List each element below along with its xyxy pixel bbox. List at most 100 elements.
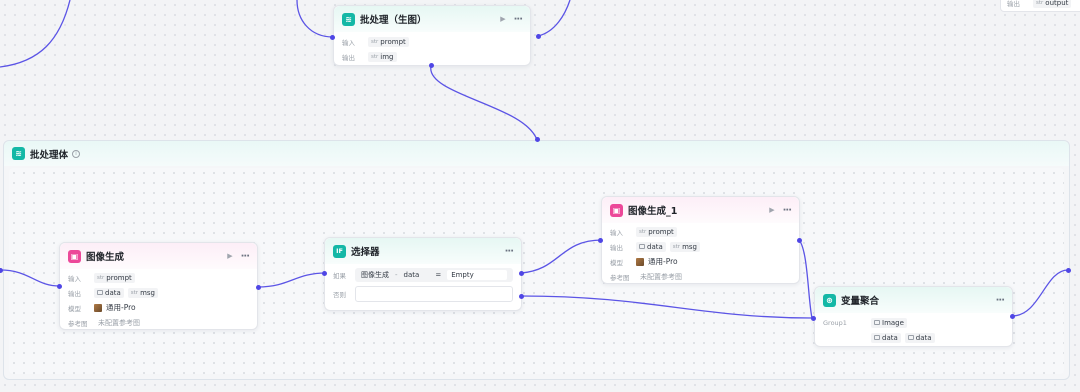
container-header: ≋ 批处理体 i <box>4 141 1069 166</box>
cond-separator: - <box>395 271 398 279</box>
container-output-port[interactable] <box>1066 268 1071 273</box>
batch-bottom-port[interactable] <box>429 63 434 68</box>
wire-left-arc <box>0 0 71 68</box>
cond-operator[interactable]: = <box>435 271 441 279</box>
merge-title: 变量聚合 <box>841 296 880 307</box>
more-icon[interactable]: ··· <box>996 295 1005 306</box>
condition-box[interactable]: 图像生成 - data = Empty <box>355 268 513 282</box>
merge-icon: ⊛ <box>823 293 836 307</box>
image-gen-ref-label: 参考图 <box>68 319 88 328</box>
merge-input-port[interactable] <box>811 316 816 321</box>
more-icon[interactable]: ··· <box>514 14 523 25</box>
output-stub-node[interactable]: 输出 str output <box>1000 0 1080 12</box>
more-icon[interactable]: ··· <box>241 251 250 262</box>
merge-item-image: Image <box>871 317 907 328</box>
batch-input-label: 输入 <box>342 38 355 47</box>
image-gen-node[interactable]: ▣ 图像生成 ▶ ··· 输入 str prompt 输出 data str m… <box>59 242 258 330</box>
selector-else-output-port[interactable] <box>519 294 524 299</box>
image-gen-title: 图像生成 <box>86 252 125 263</box>
image-gen-1-model-label: 模型 <box>610 258 623 267</box>
cond-field: data <box>403 271 420 279</box>
image-gen-1-output-row: 输出 data str msg <box>610 239 791 254</box>
image-icon: ▣ <box>68 249 81 263</box>
merge-output-port[interactable] <box>1010 314 1015 319</box>
image-gen-ref-value: 未配置参考图 <box>98 318 140 327</box>
image-gen-1-input-value: prompt <box>648 227 674 236</box>
batch-node-header: ≋ 批处理（生图） ▶ ··· <box>334 6 530 32</box>
container-title: 批处理体 <box>30 149 69 161</box>
str-type-icon: str <box>639 228 647 235</box>
merge-data-row: data data <box>823 330 1004 345</box>
selector-node[interactable]: IF 选择器 ··· 如果 图像生成 - data = Empty 否则 <box>324 237 522 311</box>
image-gen-input-label: 输入 <box>68 274 81 283</box>
merge-group-label: Group1 <box>823 318 847 327</box>
str-type-icon: str <box>371 38 379 45</box>
image-gen-input-value: prompt <box>106 273 132 282</box>
more-icon[interactable]: ··· <box>783 205 792 216</box>
batch-input-row: 输入 str prompt <box>342 34 522 49</box>
image-gen-model-value: 通用-Pro <box>106 303 136 312</box>
layers-icon: ≋ <box>342 12 355 26</box>
selector-input-port[interactable] <box>322 271 327 276</box>
image-gen-input-tag: str prompt <box>94 272 135 283</box>
image-type-icon <box>874 335 880 340</box>
image-gen-output-data-label: data <box>105 288 121 297</box>
output-stub-label: 输出 <box>1007 0 1020 8</box>
info-icon[interactable]: i <box>72 149 81 158</box>
image-gen-1-output-data: data <box>636 241 666 252</box>
image-gen-1-ref-row: 参考图 未配置参考图 <box>610 269 791 284</box>
image-gen-model-row: 模型 通用-Pro <box>68 300 249 315</box>
selector-else-row: 否则 <box>333 284 513 304</box>
image-gen-1-output-port[interactable] <box>797 238 802 243</box>
model-avatar-icon <box>94 303 102 312</box>
more-icon[interactable]: ··· <box>505 246 514 257</box>
image-gen-output-label: 输出 <box>68 289 81 298</box>
image-gen-1-input-label: 输入 <box>610 228 623 237</box>
image-gen-1-input-tag: str prompt <box>636 226 677 237</box>
image-type-icon <box>97 290 103 295</box>
str-type-icon: str <box>97 274 105 281</box>
selector-if-output-port[interactable] <box>519 271 524 276</box>
image-gen-output-port[interactable] <box>256 285 261 290</box>
image-gen-1-node[interactable]: ▣ 图像生成_1 ▶ ··· 输入 str prompt 输出 data str… <box>601 196 800 284</box>
play-icon[interactable]: ▶ <box>769 206 774 214</box>
merge-header: ⊛ 变量聚合 ··· <box>815 287 1012 313</box>
image-gen-output-msg: str msg <box>127 287 158 298</box>
play-icon[interactable]: ▶ <box>500 15 505 23</box>
batch-input-port[interactable] <box>330 35 335 40</box>
batch-output-tag: str img <box>368 51 397 62</box>
image-gen-output-row: 输出 data str msg <box>68 285 249 300</box>
output-stub-tag: str output <box>1033 0 1072 8</box>
image-gen-1-ref-value: 未配置参考图 <box>640 272 682 281</box>
container-top-port[interactable] <box>535 137 540 142</box>
image-gen-1-header: ▣ 图像生成_1 ▶ ··· <box>602 197 799 223</box>
image-icon: ▣ <box>610 203 623 217</box>
batch-node-title: 批处理（生图） <box>360 15 427 26</box>
selector-title: 选择器 <box>351 247 380 258</box>
selector-if-label: 如果 <box>333 272 346 280</box>
wire-into-batch <box>296 0 334 38</box>
image-gen-1-output-label: 输出 <box>610 243 623 252</box>
image-gen-1-input-port[interactable] <box>598 238 603 243</box>
merge-node[interactable]: ⊛ 变量聚合 ··· Group1 Image data data <box>814 286 1013 347</box>
image-type-icon <box>639 244 645 249</box>
if-icon: IF <box>333 244 346 258</box>
str-type-icon: str <box>130 289 139 296</box>
batch-node[interactable]: ≋ 批处理（生图） ▶ ··· 输入 str prompt 输出 str img <box>333 5 531 66</box>
cond-value[interactable]: Empty <box>447 270 507 280</box>
image-type-icon <box>907 335 914 340</box>
batch-output-port[interactable] <box>536 34 541 39</box>
batch-output-value: img <box>380 52 394 61</box>
else-box[interactable] <box>355 286 513 302</box>
image-gen-input-port[interactable] <box>57 284 62 289</box>
batch-input-value: prompt <box>380 37 406 46</box>
image-gen-1-ref-label: 参考图 <box>610 273 630 282</box>
image-gen-model-label: 模型 <box>68 304 81 313</box>
cond-source: 图像生成 <box>361 271 389 279</box>
image-type-icon <box>874 320 880 325</box>
wire-batch-to-container <box>430 65 538 141</box>
batch-output-row: 输出 str img <box>342 49 522 64</box>
model-avatar-icon <box>636 257 644 266</box>
play-icon[interactable]: ▶ <box>227 252 232 260</box>
image-gen-input-row: 输入 str prompt <box>68 270 249 285</box>
